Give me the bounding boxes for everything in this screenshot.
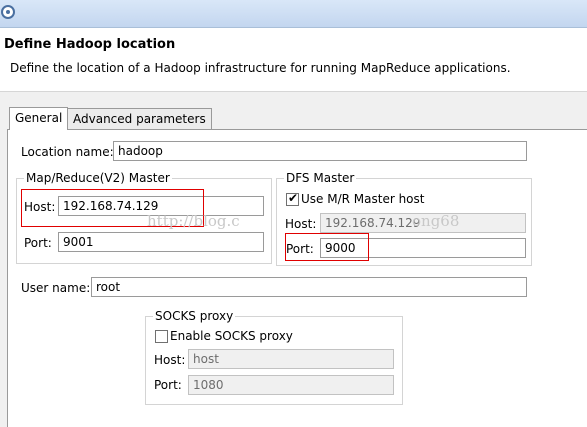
socks-proxy-title: SOCKS proxy — [153, 309, 236, 323]
location-name-label: Location name: — [21, 145, 114, 159]
dfs-host-label: Host: — [285, 217, 317, 231]
tab-advanced-parameters[interactable]: Advanced parameters — [67, 108, 212, 129]
watermark-text: http://blog.c — [147, 212, 240, 230]
mr-port-label: Port: — [24, 236, 52, 250]
tab-general[interactable]: General — [9, 107, 69, 130]
title-bar — [0, 0, 587, 28]
eclipse-app-icon — [1, 5, 15, 19]
socks-host-input[interactable]: host — [188, 349, 394, 369]
enable-socks-label: Enable SOCKS proxy — [170, 329, 293, 343]
watermark-text: ong68 — [412, 212, 460, 230]
use-mr-host-label: Use M/R Master host — [301, 192, 425, 206]
page-description: Define the location of a Hadoop infrastr… — [10, 61, 511, 75]
user-name-label: User name: — [21, 281, 91, 295]
socks-host-label: Host: — [154, 353, 186, 367]
page-title: Define Hadoop location — [4, 37, 176, 52]
highlight-box — [285, 233, 369, 261]
use-mr-host-checkbox[interactable] — [286, 191, 299, 206]
user-name-input[interactable]: root — [91, 277, 527, 297]
socks-port-label: Port: — [154, 378, 182, 392]
mapreduce-master-title: Map/Reduce(V2) Master — [24, 171, 172, 185]
dfs-master-title: DFS Master — [284, 171, 357, 185]
enable-socks-checkbox[interactable] — [155, 330, 168, 343]
mr-port-input[interactable]: 9001 — [58, 232, 264, 252]
location-name-input[interactable]: hadoop — [113, 141, 527, 161]
socks-port-input[interactable]: 1080 — [188, 375, 394, 395]
